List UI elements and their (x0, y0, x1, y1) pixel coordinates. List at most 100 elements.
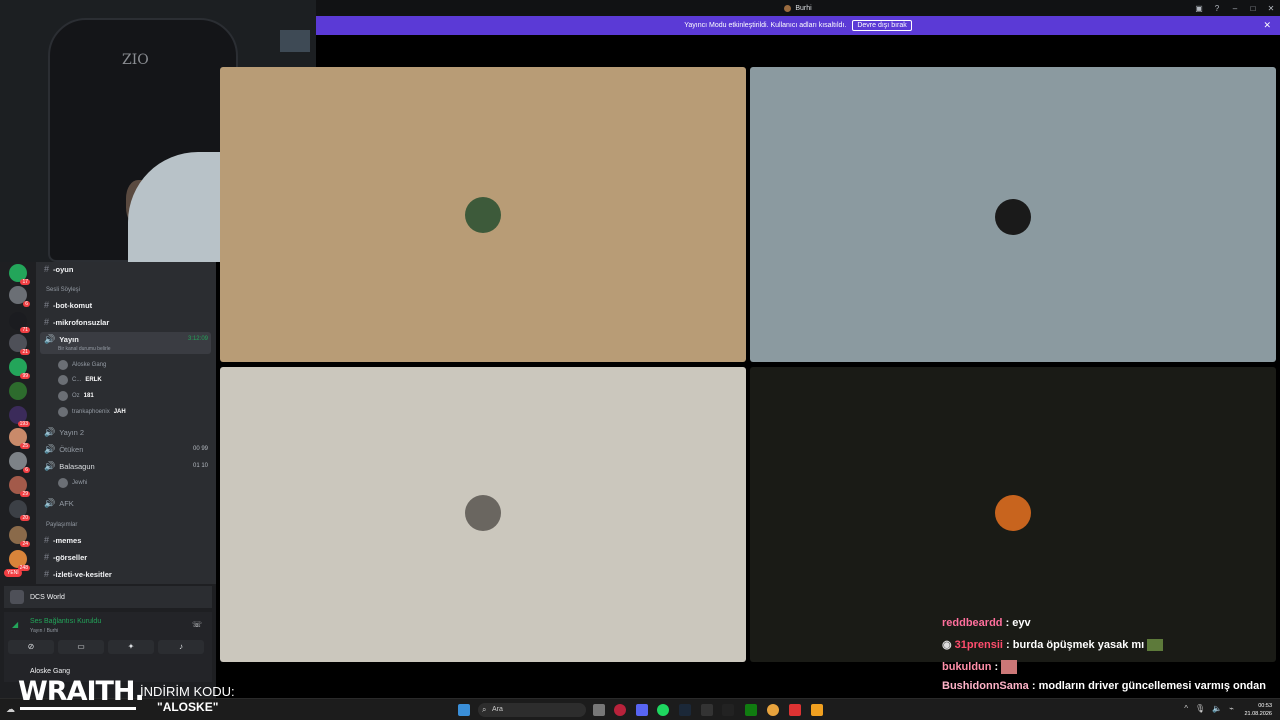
server-icon[interactable]: 6 (9, 452, 30, 473)
minimize-icon[interactable]: – (1226, 4, 1244, 13)
disconnect-icon[interactable]: ☏ (192, 620, 202, 629)
phoenix-avatar (995, 495, 1031, 531)
server-icon[interactable]: 17 (9, 264, 30, 285)
channel-user-count: 00 99 (192, 446, 208, 452)
channel-label: Balasagun (59, 462, 95, 471)
chat-text: burda öpüşmek yasak mı (1012, 639, 1145, 651)
member-name: trankaphoenix (72, 409, 110, 415)
channel-oyun[interactable]: # -oyun (44, 264, 73, 274)
hash-icon: # (44, 264, 50, 274)
server-icon[interactable]: 99 (9, 358, 30, 379)
channel-label: -memes (53, 535, 82, 545)
inbox-icon[interactable]: ▣ (1190, 4, 1208, 13)
streamer-mode-banner: Yayıncı Modu etkinleştirildi. Kullanıcı … (316, 16, 1280, 35)
server-icon[interactable]: 29 (9, 476, 30, 497)
voice-channel-yayin[interactable]: 🔊 Yayın (44, 334, 79, 345)
window-title: Burhi (795, 4, 812, 12)
voice-member[interactable]: Jewhi (58, 478, 87, 488)
chrome-icon[interactable] (767, 704, 779, 716)
channel-label: -oyun (53, 264, 74, 274)
category-paylasimlar[interactable]: Paylaşımlar (46, 522, 77, 528)
server-icon[interactable]: 21 (9, 334, 30, 355)
brand-logo: WRAITH. (18, 676, 145, 707)
chat-text: modların driver güncellemesi varmış onda… (1038, 680, 1266, 692)
speaker-icon: 🔊 (44, 461, 56, 471)
help-icon[interactable]: ? (1208, 4, 1226, 13)
voice-channel-balasagun[interactable]: 🔊 Balasagun (44, 461, 95, 472)
activities-button[interactable]: ✦ (108, 640, 154, 654)
video-tile[interactable] (220, 67, 746, 362)
clock-date: 21.08.2026 (1244, 711, 1272, 717)
voice-channel-afk[interactable]: 🔊 AFK (44, 498, 74, 509)
avatar (58, 375, 68, 385)
volume-icon[interactable]: 🔈 (1212, 704, 1222, 713)
call-header (316, 35, 1280, 66)
voice-channel-otuken[interactable]: 🔊 Ötüken (44, 444, 83, 455)
server-icon[interactable]: 71 (9, 312, 30, 333)
obs-icon[interactable] (789, 704, 801, 716)
voice-member[interactable]: Aloske Gang (58, 360, 106, 370)
mic-icon[interactable]: 🎙 (1195, 704, 1205, 713)
camera-off-button[interactable]: ⊘ (8, 640, 54, 654)
voice-member[interactable]: trankaphoenix JAH (58, 407, 126, 417)
emote-icon (1147, 639, 1164, 652)
server-icon[interactable]: 20 (9, 500, 30, 521)
close-icon[interactable]: ✕ (1262, 4, 1280, 13)
channel-gorseller[interactable]: # -görseller (44, 552, 87, 562)
folder-icon[interactable] (811, 704, 823, 716)
server-header[interactable]: DCS World (4, 586, 212, 608)
task-view-icon[interactable] (593, 704, 605, 716)
discord-icon[interactable] (636, 704, 648, 716)
voice-member[interactable]: Oz 181 (58, 391, 94, 401)
category-sesli-soylesi[interactable]: Sesli Söyleşi (46, 287, 80, 293)
voice-status[interactable]: Ses Bağlantısı Kuruldu (30, 618, 101, 625)
server-icon[interactable]: 248 (9, 550, 30, 571)
screen-share-button[interactable]: ▭ (58, 640, 104, 654)
start-icon[interactable] (458, 704, 470, 716)
server-icon[interactable] (9, 382, 27, 400)
server-icon[interactable]: 24 (9, 526, 30, 547)
steam-icon[interactable] (679, 704, 691, 716)
server-icon (784, 4, 792, 12)
disable-streamer-mode-button[interactable]: Devre dışı bırak (852, 20, 912, 31)
weather-icon[interactable]: ☁ (6, 704, 15, 715)
voice-channel-path[interactable]: Yayın / Burhi (30, 628, 58, 634)
server-icon[interactable]: 6 (9, 286, 30, 307)
avatar (58, 478, 68, 488)
server-badge: 29 (20, 491, 30, 497)
server-icon[interactable]: 25 (9, 428, 30, 449)
app-icon[interactable] (722, 704, 734, 716)
voice-channel-yayin-2[interactable]: 🔊 Yayın 2 (44, 427, 84, 438)
user-name[interactable]: Aloske Gang (30, 668, 70, 675)
channel-bot-komut[interactable]: # -bot-komut (44, 300, 92, 310)
banner-close-icon[interactable]: ✕ (1263, 20, 1271, 31)
channel-label: Yayın (59, 335, 79, 344)
new-badge[interactable]: YENİ (4, 569, 22, 577)
network-icon[interactable]: ⌁ (1229, 704, 1234, 713)
opera-icon[interactable] (614, 704, 626, 716)
member-tag: JAH (113, 409, 126, 415)
chat-user: BushidonnSama (942, 680, 1029, 692)
server-badge: 71 (20, 327, 30, 333)
search-input[interactable]: ⌕ Ara (478, 703, 586, 717)
video-tile[interactable] (750, 67, 1276, 362)
epic-games-icon[interactable] (701, 704, 713, 716)
member-tag: ERLK (85, 377, 102, 383)
search-placeholder: Ara (492, 706, 503, 713)
maximize-icon[interactable]: □ (1244, 4, 1262, 13)
voice-member[interactable]: C... ERLK (58, 375, 102, 385)
server-icon (10, 590, 24, 604)
channel-status[interactable]: Bir kanal durumu belirle (58, 346, 111, 352)
xbox-icon[interactable] (745, 704, 757, 716)
soundboard-button[interactable]: ♪ (158, 640, 204, 654)
video-tile[interactable] (220, 367, 746, 662)
server-icon[interactable]: 193 (9, 406, 30, 427)
server-badge: 25 (20, 443, 30, 449)
channel-mikrofonsuzlar[interactable]: # -mikrofonsuzlar (44, 317, 109, 327)
channel-memes[interactable]: # -memes (44, 535, 81, 545)
spotify-icon[interactable] (657, 704, 669, 716)
clock[interactable]: 00:53 21.08.2026 (1244, 702, 1272, 718)
channel-izleti-ve-kesitler[interactable]: # -izleti-ve-kesitler (44, 569, 112, 579)
chat-message: reddbeardd : eyv (942, 617, 1031, 629)
chevron-up-icon[interactable]: ^ (1184, 704, 1188, 713)
